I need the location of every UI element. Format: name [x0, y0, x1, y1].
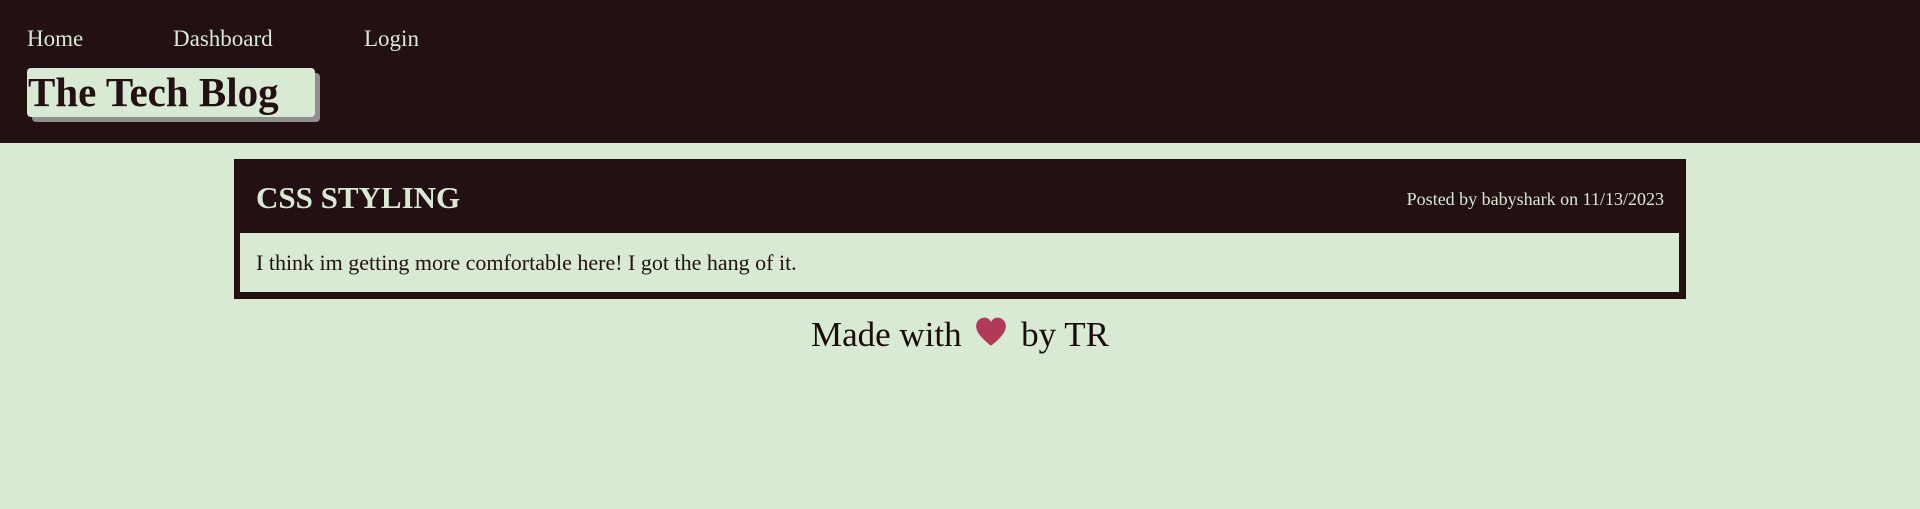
main-nav: Home Dashboard Login — [27, 24, 419, 54]
site-footer: Made with by TR — [0, 310, 1920, 360]
site-title: The Tech Blog — [28, 69, 279, 115]
nav-link-home[interactable]: Home — [27, 24, 173, 54]
post-body: I think im getting more comfortable here… — [240, 233, 1679, 292]
post-title[interactable]: CSS STYLING — [256, 179, 460, 217]
nav-link-login[interactable]: Login — [364, 24, 419, 54]
heart-icon — [974, 313, 1008, 347]
footer-suffix: by TR — [1021, 315, 1109, 354]
nav-link-dashboard[interactable]: Dashboard — [173, 24, 364, 54]
post-header: CSS STYLING Posted by babyshark on 11/13… — [234, 159, 1686, 233]
post-content: I think im getting more comfortable here… — [256, 250, 797, 275]
post-card: CSS STYLING Posted by babyshark on 11/13… — [234, 159, 1686, 299]
post-meta: Posted by babyshark on 11/13/2023 — [1406, 189, 1664, 209]
site-brand: The Tech Blog — [27, 68, 315, 117]
footer-prefix: Made with — [810, 315, 962, 354]
site-header: Home Dashboard Login The Tech Blog — [0, 0, 1920, 143]
